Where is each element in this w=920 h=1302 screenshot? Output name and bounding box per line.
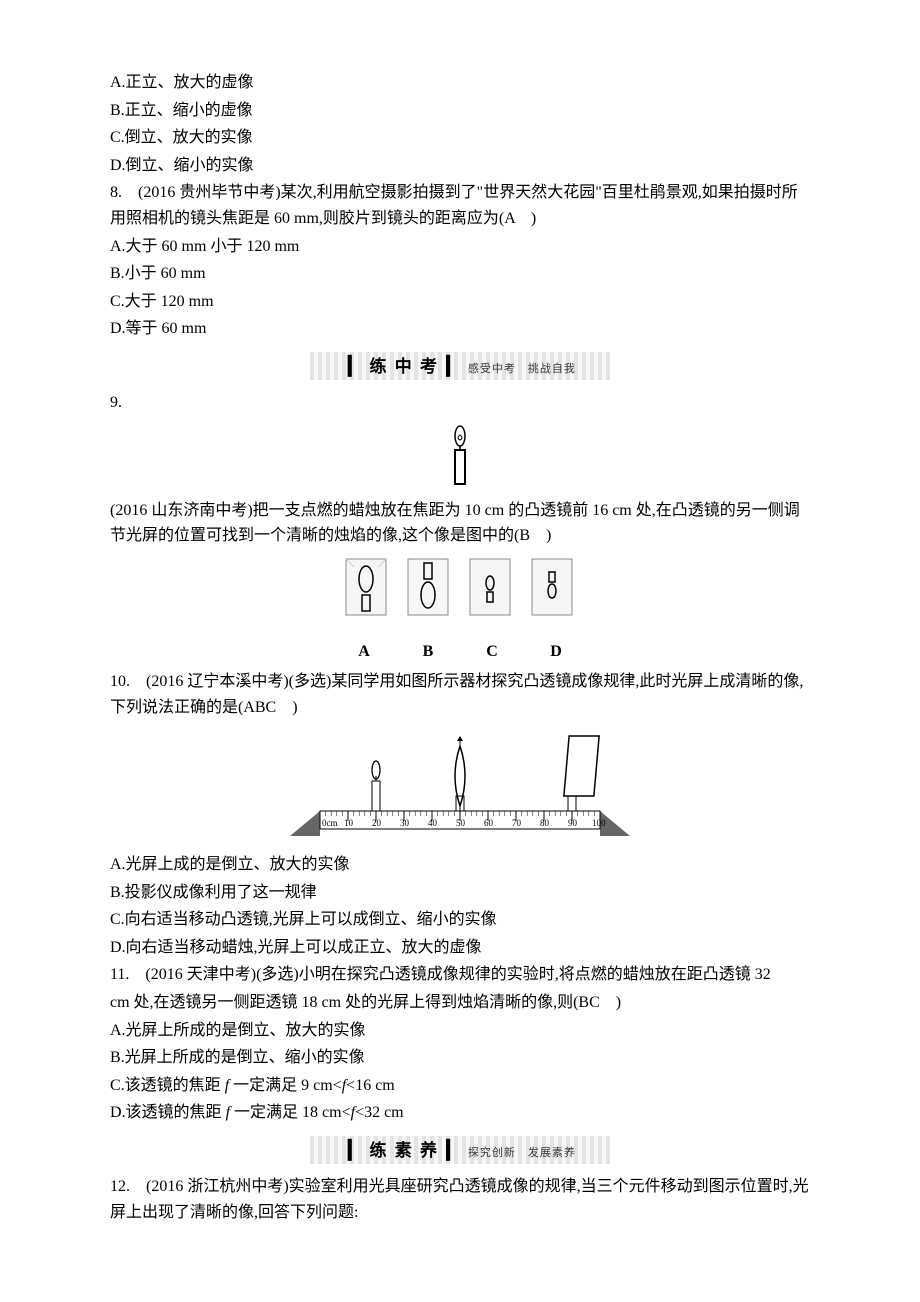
- q9-label-a: A: [334, 639, 394, 665]
- q11-stem-l1: 11. (2016 天津中考)(多选)小明在探究凸透镜成像规律的实验时,将点燃的…: [110, 962, 810, 988]
- q8-stem: 8. (2016 贵州毕节中考)某次,利用航空摄影拍摄到了"世界天然大花园"百里…: [110, 180, 810, 231]
- q7-opt-d: D.倒立、缩小的实像: [110, 153, 810, 179]
- banner-main-text: 练 中 考: [370, 357, 440, 376]
- ruler-mark-20: 20: [372, 818, 382, 828]
- q11-opt-c: C.该透镜的焦距 f 一定满足 9 cm<f<16 cm: [110, 1073, 810, 1099]
- q8-opt-d: D.等于 60 mm: [110, 316, 810, 342]
- q11-stem-l2: cm 处,在透镜另一侧距透镜 18 cm 处的光屏上得到烛焰清晰的像,则(BC …: [110, 990, 810, 1016]
- section-banner-suyang: ▎ 练 素 养 ▎ 探究创新 发展素养: [310, 1136, 610, 1164]
- q10-opt-d: D.向右适当移动蜡烛,光屏上可以成正立、放大的虚像: [110, 935, 810, 961]
- q8-opt-b: B.小于 60 mm: [110, 261, 810, 287]
- banner2-sub-text: 探究创新 发展素养: [468, 1147, 576, 1159]
- ruler-mark-40: 40: [428, 818, 438, 828]
- ruler-mark-80: 80: [540, 818, 550, 828]
- banner2-sep-icon: ▎: [447, 1140, 461, 1160]
- q9-options-row: A B C D: [110, 557, 810, 665]
- ruler-mark-70: 70: [512, 818, 522, 828]
- candle-upright-icon: [440, 422, 480, 492]
- ruler-mark-90: 90: [568, 818, 578, 828]
- q9-options-figure: [340, 557, 580, 629]
- ruler-mark-0: 0cm: [322, 818, 338, 828]
- q7-opt-c: C.倒立、放大的实像: [110, 125, 810, 151]
- q12-stem: 12. (2016 浙江杭州中考)实验室利用光具座研究凸透镜成像的规律,当三个元…: [110, 1174, 810, 1225]
- banner2-bar-icon: ▎: [348, 1140, 362, 1160]
- ruler-mark-100: 100: [592, 818, 606, 828]
- banner-sub-text: 感受中考 挑战自我: [468, 363, 576, 375]
- ruler-mark-10: 10: [344, 818, 354, 828]
- q9-number: 9.: [110, 390, 810, 416]
- ruler-mark-30: 30: [400, 818, 410, 828]
- ruler-mark-60: 60: [484, 818, 494, 828]
- q7-opt-a: A.正立、放大的虚像: [110, 70, 810, 96]
- q8-opt-c: C.大于 120 mm: [110, 289, 810, 315]
- q9-label-b: B: [398, 639, 458, 665]
- q10-stem: 10. (2016 辽宁本溪中考)(多选)某同学用如图所示器材探究凸透镜成像规律…: [110, 669, 810, 720]
- banner-sep-icon: ▎: [447, 356, 461, 376]
- q10-opt-c: C.向右适当移动凸透镜,光屏上可以成倒立、缩小的实像: [110, 907, 810, 933]
- section-banner-zhongkao: ▎ 练 中 考 ▎ 感受中考 挑战自我: [310, 352, 610, 380]
- q9-stem: (2016 山东济南中考)把一支点燃的蜡烛放在焦距为 10 cm 的凸透镜前 1…: [110, 498, 810, 549]
- q11-opt-a: A.光屏上所成的是倒立、放大的实像: [110, 1018, 810, 1044]
- optical-bench-figure: 0cm 10 20 30 40 50 60 70 80 90 100: [270, 726, 650, 846]
- q11-opt-d: D.该透镜的焦距 f 一定满足 18 cm<f<32 cm: [110, 1100, 810, 1126]
- q11-opt-b: B.光屏上所成的是倒立、缩小的实像: [110, 1045, 810, 1071]
- q8-opt-a: A.大于 60 mm 小于 120 mm: [110, 234, 810, 260]
- banner2-main-text: 练 素 养: [370, 1141, 440, 1160]
- q9-label-c: C: [462, 639, 522, 665]
- q10-opt-b: B.投影仪成像利用了这一规律: [110, 880, 810, 906]
- banner-bar-icon: ▎: [348, 356, 362, 376]
- q9-label-d: D: [526, 639, 586, 665]
- q7-opt-b: B.正立、缩小的虚像: [110, 98, 810, 124]
- q10-opt-a: A.光屏上成的是倒立、放大的实像: [110, 852, 810, 878]
- ruler-mark-50: 50: [456, 818, 466, 828]
